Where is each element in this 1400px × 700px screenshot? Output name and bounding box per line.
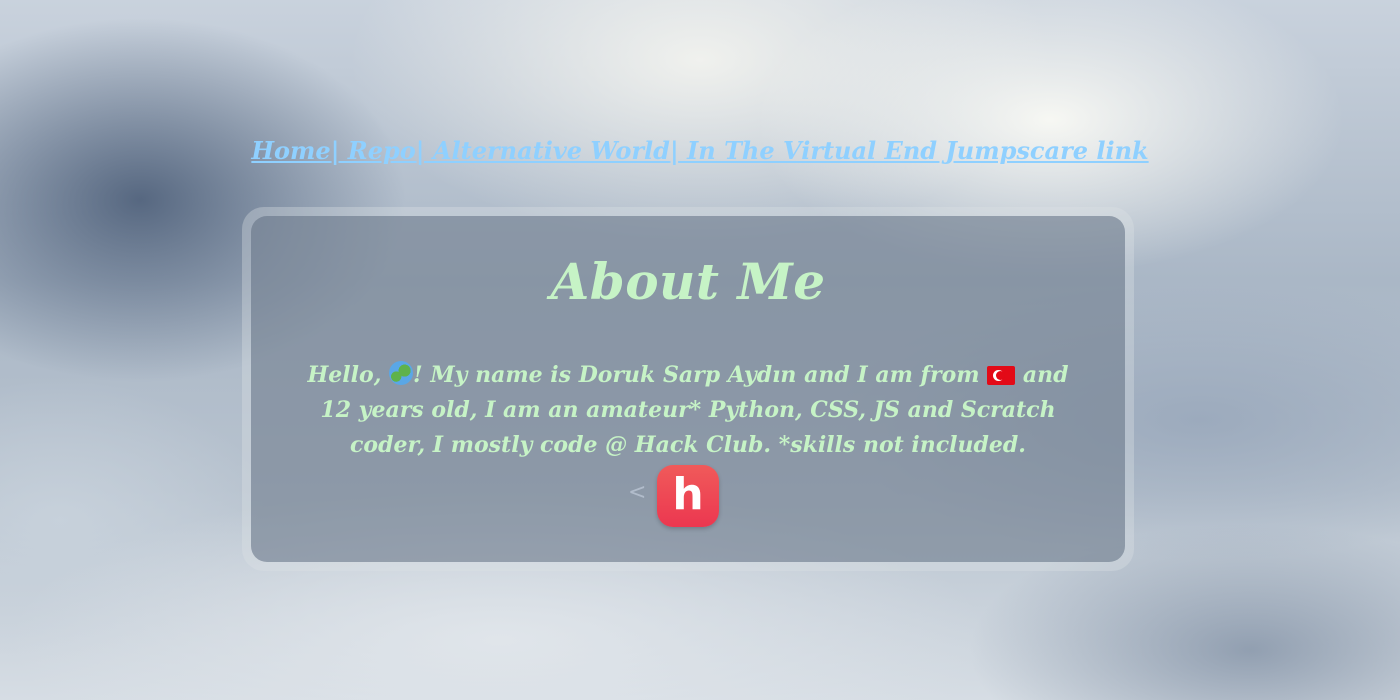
about-text: Hello, ! My name is Doruk Sarp Aydın and… (290, 358, 1086, 463)
nav-link-jumpscare[interactable]: In The Virtual End Jumpscare link (679, 136, 1149, 165)
about-text-part1: Hello, (307, 362, 390, 388)
hack-club-logo-icon[interactable]: h (657, 465, 719, 527)
nav-separator: | (415, 136, 425, 165)
turkey-flag-icon (987, 366, 1016, 385)
hack-club-logo-letter: h (672, 469, 704, 520)
nav-link-alternative-world[interactable]: Alternative World (425, 136, 670, 165)
about-title: About Me (550, 252, 826, 311)
nav-separator: | (669, 136, 679, 165)
nav-link-home[interactable]: Home (251, 136, 330, 165)
top-nav: Home| Repo| Alternative World| In The Vi… (0, 136, 1400, 165)
about-text-part2: ! My name is Doruk Sarp Aydın and I am f… (413, 362, 988, 388)
carousel-prev-button[interactable]: < (628, 480, 646, 505)
nav-link-repo[interactable]: Repo (339, 136, 416, 165)
globe-icon (389, 361, 414, 385)
